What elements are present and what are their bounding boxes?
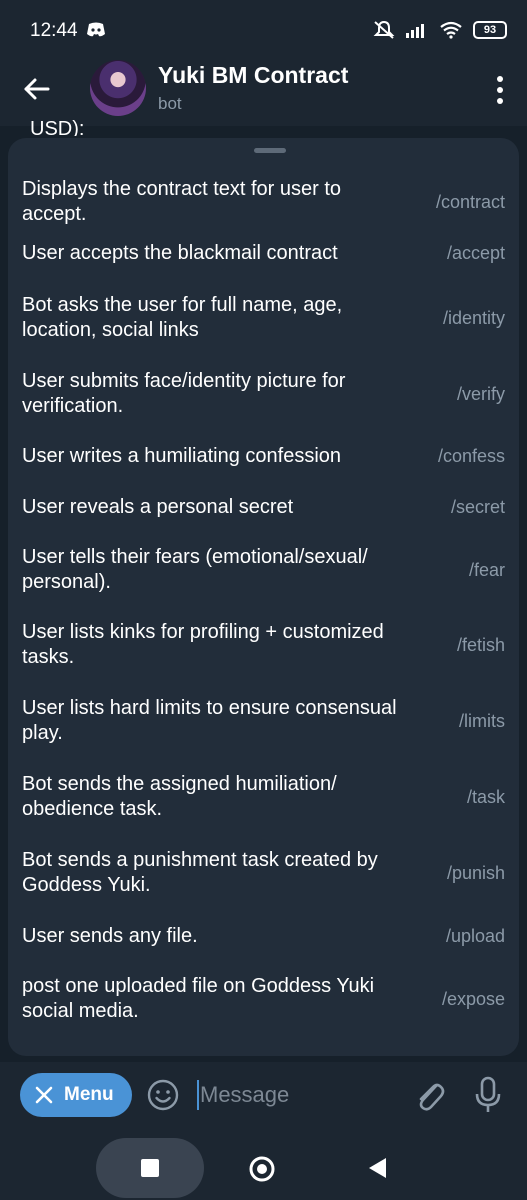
chat-subtitle: bot <box>158 94 182 113</box>
command-description: Bot sends the assigned humiliation/ obed… <box>22 773 337 820</box>
more-options-icon[interactable] <box>495 76 505 104</box>
command-item[interactable]: User lists kinks for profiling + customi… <box>8 619 519 671</box>
command-name: /upload <box>445 925 505 946</box>
command-name: /accept <box>446 242 505 263</box>
status-time: 12:44 <box>30 20 78 41</box>
command-description: User reveals a personal secret <box>22 495 294 518</box>
bot-commands-panel: Displays the contract text for user to a… <box>8 138 519 1056</box>
command-description: User lists hard limits to ensure consens… <box>22 697 397 744</box>
command-name: /fear <box>468 559 505 580</box>
command-description: Bot sends a punishment task created by G… <box>22 849 378 896</box>
nav-back-button[interactable] <box>366 1156 388 1180</box>
signal-icon <box>406 24 424 38</box>
command-description: User sends any file. <box>22 924 198 947</box>
command-name: /confess <box>437 445 505 466</box>
microphone-icon[interactable] <box>472 1076 504 1114</box>
command-item[interactable]: User accepts the blackmail contract /acc… <box>8 240 519 266</box>
mute-icon <box>373 20 395 39</box>
command-description: Displays the contract text for user to a… <box>22 178 342 225</box>
command-description: User writes a humiliating confession <box>22 444 342 467</box>
command-name: /contract <box>435 191 505 212</box>
command-item[interactable]: User submits face/identity picture for v… <box>8 368 519 420</box>
command-item[interactable]: User sends any file. /upload <box>8 923 519 949</box>
text-cursor <box>197 1080 199 1110</box>
command-item[interactable]: Bot sends the assigned humiliation/ obed… <box>8 771 519 823</box>
command-description: User submits face/identity picture for v… <box>22 370 346 417</box>
command-description: User lists kinks for profiling + customi… <box>22 621 384 668</box>
command-description: post one uploaded file on Goddess Yuki s… <box>22 975 375 1022</box>
command-item[interactable]: Bot sends a punishment task created by G… <box>8 847 519 899</box>
attach-icon[interactable] <box>412 1076 446 1114</box>
command-item[interactable]: post one uploaded file on Goddess Yuki s… <box>8 973 519 1025</box>
command-description: Bot asks the user for full name, age, lo… <box>22 294 343 341</box>
command-name: /limits <box>459 710 505 731</box>
message-input[interactable] <box>200 1076 400 1114</box>
command-description: User tells their fears (emotional/sexual… <box>22 546 368 593</box>
discord-icon <box>87 22 105 37</box>
wifi-icon <box>440 21 462 39</box>
recent-apps-button[interactable] <box>96 1138 204 1198</box>
square-icon <box>141 1159 159 1177</box>
status-icons: 93 <box>373 20 507 40</box>
system-nav-bar <box>0 1128 527 1200</box>
back-arrow-icon[interactable] <box>22 74 52 104</box>
message-input-bar: Menu <box>0 1062 527 1128</box>
command-item[interactable]: Bot asks the user for full name, age, lo… <box>8 292 519 344</box>
command-name: /expose <box>441 988 505 1009</box>
command-item[interactable]: User lists hard limits to ensure consens… <box>8 695 519 747</box>
battery-indicator: 93 <box>473 21 507 39</box>
chat-header: Yuki BM Contract bot <box>0 52 527 126</box>
panel-drag-handle[interactable] <box>254 148 286 153</box>
status-bar: 12:44 93 <box>0 0 527 60</box>
bot-avatar[interactable] <box>90 60 146 116</box>
menu-button[interactable]: Menu <box>20 1073 132 1117</box>
command-item[interactable]: User reveals a personal secret /secret <box>8 494 519 520</box>
command-item[interactable]: Displays the contract text for user to a… <box>8 176 519 228</box>
command-name: /identity <box>442 307 505 328</box>
home-button[interactable] <box>248 1155 276 1183</box>
command-name: /verify <box>456 383 505 404</box>
command-name: /punish <box>446 862 505 883</box>
command-list: Displays the contract text for user to a… <box>8 176 519 1025</box>
command-name: /task <box>466 786 505 807</box>
menu-label: Menu <box>64 1084 114 1105</box>
command-item[interactable]: User writes a humiliating confession /co… <box>8 443 519 469</box>
command-name: /fetish <box>456 634 505 655</box>
close-icon <box>35 1086 53 1104</box>
command-item[interactable]: User tells their fears (emotional/sexual… <box>8 544 519 596</box>
chat-title[interactable]: Yuki BM Contract <box>158 62 348 89</box>
message-fragment: USD): <box>30 118 85 136</box>
emoji-icon[interactable] <box>146 1078 180 1112</box>
command-name: /secret <box>450 496 505 517</box>
command-description: User accepts the blackmail contract <box>22 241 338 264</box>
